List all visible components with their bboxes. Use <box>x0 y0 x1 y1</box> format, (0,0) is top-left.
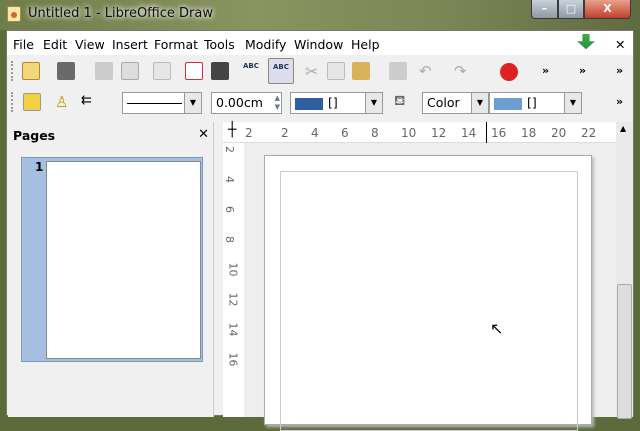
ruler-tick: 22 <box>581 126 597 140</box>
update-icon[interactable] <box>577 34 595 50</box>
ruler-tick: 16 <box>491 126 507 140</box>
more-button[interactable]: » <box>616 95 623 108</box>
menu-view[interactable]: View <box>75 37 105 52</box>
copy-icon[interactable] <box>327 62 345 80</box>
more-button[interactable]: » <box>542 64 549 77</box>
edit-file-icon[interactable] <box>153 62 171 80</box>
line-fill-toolbar: ♙ ⇇ ▼ 0.00cm ▲ ▼ [] ▼ ⛾ Color ▼ [] ▼ » <box>7 87 633 117</box>
new-icon[interactable] <box>22 62 40 80</box>
pages-panel: Pages ✕ 1 <box>8 122 214 417</box>
ruler-tick: 18 <box>521 126 537 140</box>
line-width-field[interactable]: 0.00cm ▲ ▼ <box>211 92 282 114</box>
drawing-canvas[interactable]: ↖ <box>244 143 616 431</box>
page-number: 1 <box>35 160 44 174</box>
ruler-tick: 2 <box>223 146 236 153</box>
spin-button[interactable]: ▲ ▼ <box>275 94 280 112</box>
menu-tools[interactable]: Tools <box>204 37 235 52</box>
horizontal-ruler[interactable]: ┼ 2 2 4 6 8 10 12 14 16 18 20 22 <box>223 122 616 143</box>
menu-modify[interactable]: Modify <box>245 37 286 52</box>
ruler-tick: 4 <box>223 176 236 183</box>
cut-icon[interactable]: ✂ <box>305 62 323 81</box>
line-style-select[interactable]: ▼ <box>122 92 202 114</box>
print-icon[interactable] <box>211 62 229 80</box>
ruler-tick: 10 <box>226 262 240 277</box>
clone-formatting-icon[interactable] <box>389 62 407 80</box>
draw-functions-icon[interactable] <box>500 63 518 81</box>
ruler-tick: 12 <box>226 292 240 307</box>
ruler-tick: 8 <box>223 236 236 243</box>
line-icon[interactable]: ♙ <box>55 93 73 111</box>
ruler-tick: 6 <box>341 126 349 140</box>
menu-help[interactable]: Help <box>351 37 380 52</box>
minimize-button[interactable]: – <box>531 0 558 19</box>
vertical-scrollbar[interactable]: ▲ <box>616 122 633 419</box>
pages-title: Pages <box>13 128 56 143</box>
auto-spellcheck-icon[interactable]: ABC <box>268 58 294 84</box>
chevron-down-icon[interactable]: ▼ <box>365 93 382 113</box>
toolbar-grip[interactable] <box>11 61 13 81</box>
arrow-style-icon[interactable]: ⇇ <box>81 93 99 111</box>
ruler-tick: 10 <box>401 126 417 140</box>
toolbar-grip[interactable] <box>11 92 13 112</box>
area-color-select[interactable]: [] ▼ <box>489 92 582 114</box>
ruler-tick: 2 <box>281 126 289 140</box>
more-button[interactable]: » <box>616 64 623 77</box>
menu-file[interactable]: File <box>13 37 34 52</box>
page-thumbnail[interactable]: 1 <box>21 157 203 362</box>
undo-icon[interactable]: ↶ <box>419 62 437 80</box>
close-document-button[interactable]: ✕ <box>615 37 625 52</box>
ruler-tick: 4 <box>311 126 319 140</box>
ruler-tick: 14 <box>226 322 240 337</box>
menu-insert[interactable]: Insert <box>112 37 148 52</box>
app-icon <box>7 6 21 22</box>
spellcheck-icon[interactable]: ABC <box>243 62 261 80</box>
style-icon[interactable] <box>23 93 41 111</box>
scrollbar-thumb[interactable] <box>617 284 632 419</box>
maximize-button[interactable]: □ <box>558 0 584 19</box>
chevron-down-icon[interactable]: ▼ <box>471 93 488 113</box>
ruler-tick: 14 <box>461 126 477 140</box>
standard-toolbar: ABC ABC ✂ ↶ ↷ » » » <box>7 56 633 86</box>
window-title: Untitled 1 - LibreOffice Draw <box>28 6 213 21</box>
ruler-tick: 8 <box>371 126 379 140</box>
drawing-page[interactable] <box>264 155 592 431</box>
mouse-cursor-icon: ↖ <box>490 319 504 338</box>
tab-stop-icon[interactable]: ┼ <box>228 122 236 138</box>
email-icon[interactable] <box>121 62 139 80</box>
close-pages-button[interactable]: ✕ <box>198 127 209 142</box>
area-fill-icon[interactable]: ⛾ <box>394 93 412 111</box>
more-button[interactable]: » <box>579 64 586 77</box>
ruler-tick: 2 <box>245 126 253 140</box>
ruler-tick: 12 <box>431 126 447 140</box>
menu-edit[interactable]: Edit <box>43 37 67 52</box>
menu-bar: File Edit View Insert Format Tools Modif… <box>7 31 633 55</box>
open-icon[interactable] <box>57 62 75 80</box>
chevron-down-icon[interactable]: ▼ <box>184 93 201 113</box>
chevron-down-icon[interactable]: ▼ <box>564 93 581 113</box>
vertical-ruler[interactable]: 2 4 6 8 10 12 14 16 <box>223 143 244 417</box>
area-style-select[interactable]: Color ▼ <box>422 92 489 114</box>
redo-icon[interactable]: ↷ <box>454 62 472 80</box>
ruler-tick: 20 <box>551 126 567 140</box>
title-bar: Untitled 1 - LibreOffice Draw – □ X <box>0 0 640 30</box>
ruler-tick: 6 <box>223 206 236 213</box>
menu-format[interactable]: Format <box>154 37 198 52</box>
ruler-tick: 16 <box>226 352 240 367</box>
line-color-select[interactable]: [] ▼ <box>290 92 383 114</box>
close-button[interactable]: X <box>584 0 631 19</box>
app-window: File Edit View Insert Format Tools Modif… <box>6 30 634 431</box>
menu-window[interactable]: Window <box>294 37 343 52</box>
save-icon[interactable] <box>95 62 113 80</box>
paste-icon[interactable] <box>352 62 370 80</box>
export-pdf-icon[interactable] <box>185 62 203 80</box>
